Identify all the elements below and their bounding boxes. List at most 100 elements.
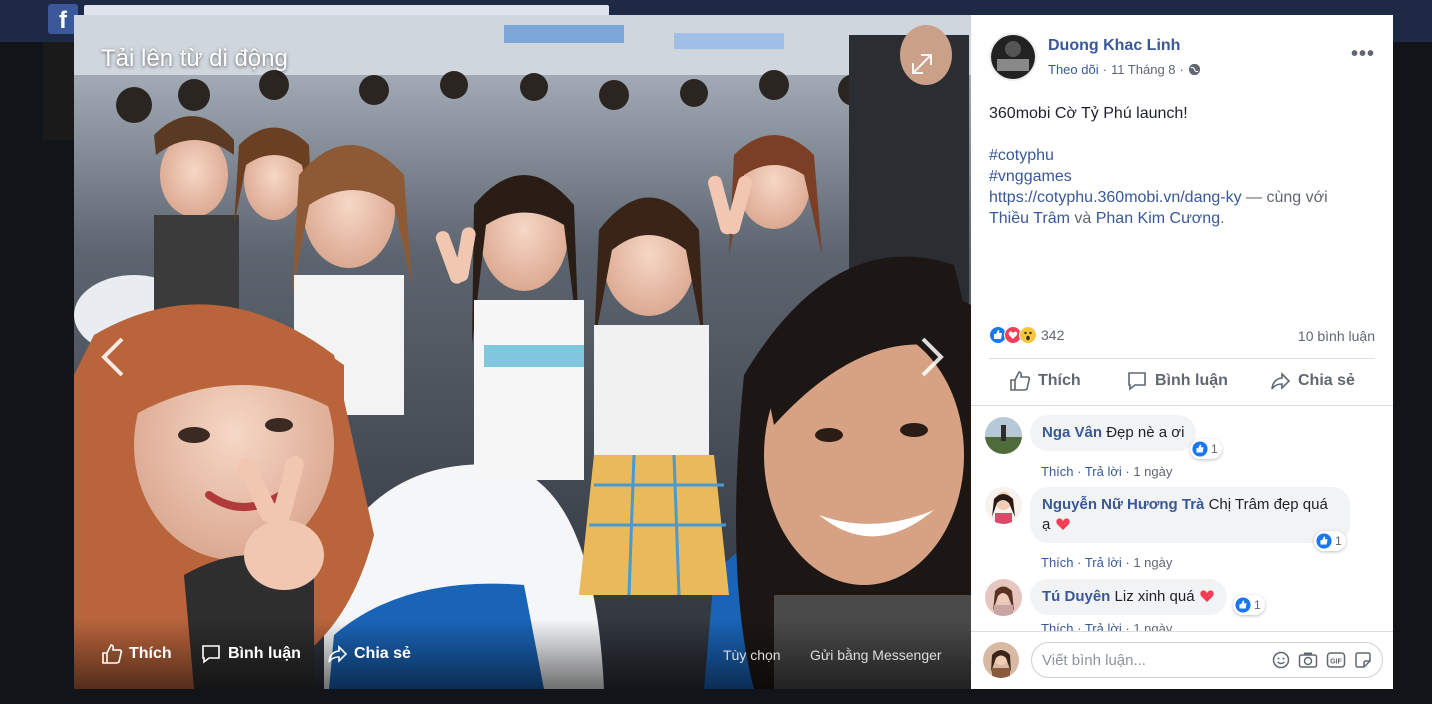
camera-icon[interactable] — [1298, 651, 1318, 669]
divider — [989, 358, 1375, 359]
post-sidebar: Duong Khac Linh Theo dõi · 11 Tháng 8 · … — [971, 15, 1393, 689]
comment-author-link[interactable]: Nguyễn Nữ Hương Trà — [1042, 496, 1204, 513]
period-text: . — [1220, 210, 1225, 227]
photo-share-button[interactable]: Chia sẻ — [326, 643, 411, 665]
comment-reply-link[interactable]: Trả lời — [1085, 464, 1122, 479]
meta-separator: · — [1179, 62, 1184, 77]
comment-bubble: Nga Vân Đẹp nè a ơi — [1030, 415, 1197, 451]
wow-reaction-icon — [1019, 326, 1037, 344]
post-text-line: 360mobi Cờ Tỷ Phú launch! — [989, 105, 1188, 122]
like-reaction-icon — [1316, 533, 1332, 549]
heart-emoji-icon — [1055, 518, 1070, 530]
reply-bar: Viết bình luận... GIF — [971, 631, 1393, 689]
hashtag-link[interactable]: #vnggames — [989, 166, 1379, 187]
like-reaction-icon — [1192, 441, 1208, 457]
comment-text: Đẹp nè a ơi — [1106, 424, 1185, 441]
comment-meta: Thích · Trả lời · 1 ngày — [1041, 555, 1173, 570]
comment-text: Liz xinh quá — [1114, 588, 1195, 605]
comment-reply-link[interactable]: Trả lời — [1085, 621, 1122, 631]
comment-like-link[interactable]: Thích — [1041, 621, 1074, 631]
comment-reaction-badge[interactable]: 1 — [1233, 595, 1265, 615]
comment-bubble: Tú Duyên Liz xinh quá — [1030, 579, 1227, 615]
comment-reaction-badge[interactable]: 1 — [1314, 531, 1346, 551]
comment-like-link[interactable]: Thích — [1041, 555, 1074, 570]
comment-bubble-icon — [1128, 372, 1146, 391]
comment-reaction-count: 1 — [1335, 534, 1342, 548]
registration-link[interactable]: https://cotyphu.360mobi.vn/dang-ky — [989, 189, 1242, 206]
reaction-count: 342 — [1041, 327, 1065, 343]
share-button[interactable]: Chia sẻ — [1269, 370, 1355, 392]
comment-reaction-badge[interactable]: 1 — [1190, 439, 1222, 459]
comment-button[interactable]: Bình luận — [1126, 370, 1228, 392]
comment-count-link[interactable]: 10 bình luận — [1298, 328, 1375, 344]
comment-time[interactable]: 1 ngày — [1133, 555, 1172, 570]
comment-author-link[interactable]: Nga Vân — [1042, 424, 1102, 441]
photo-like-button[interactable]: Thích — [101, 643, 172, 665]
comment-reaction-count: 1 — [1254, 598, 1261, 612]
globe-icon — [1188, 63, 1200, 76]
more-options-icon[interactable]: ••• — [1351, 43, 1375, 66]
send-messenger-link[interactable]: Gửi bằng Messenger — [810, 647, 942, 663]
background-panel — [43, 42, 75, 140]
comment-bubble: Nguyễn Nữ Hương Trà Chị Trâm đẹp quá ạ — [1030, 487, 1350, 543]
and-text: và — [1069, 210, 1096, 227]
comment-meta: Thích · Trả lời · 1 ngày — [1041, 621, 1172, 631]
author-name-link[interactable]: Duong Khac Linh — [1048, 37, 1180, 55]
comment-author-link[interactable]: Tú Duyên — [1042, 588, 1110, 605]
commenter-avatar[interactable] — [985, 487, 1022, 524]
emoji-icon[interactable] — [1272, 651, 1290, 669]
current-user-avatar[interactable] — [983, 642, 1019, 678]
comment-label: Bình luận — [1155, 372, 1228, 389]
photo-viewer[interactable]: Tải lên từ di động Thích Bình luận Chia … — [74, 15, 971, 689]
post-date[interactable]: 11 Tháng 8 — [1111, 62, 1176, 77]
hashtag-link[interactable]: #cotyphu — [989, 145, 1379, 166]
commenter-avatar[interactable] — [985, 417, 1022, 454]
like-button[interactable]: Thích — [1009, 370, 1081, 392]
previous-photo-chevron-icon[interactable] — [100, 335, 126, 379]
thumbs-up-icon — [1010, 371, 1031, 391]
post-action-row: Thích Bình luận Chia sẻ — [971, 361, 1393, 401]
share-arrow-icon — [328, 645, 348, 663]
like-label: Thích — [1038, 372, 1081, 389]
photo-caption: Tải lên từ di động — [101, 45, 288, 72]
comment-input-tools: GIF — [1272, 651, 1372, 669]
comment-input[interactable]: Viết bình luận... GIF — [1031, 642, 1383, 678]
sticker-icon[interactable] — [1354, 651, 1372, 669]
comment-bubble-icon — [202, 645, 220, 664]
comment-reply-link[interactable]: Trả lời — [1085, 555, 1122, 570]
comment-time[interactable]: 1 ngày — [1133, 621, 1172, 631]
comment-meta: Thích · Trả lời · 1 ngày — [1041, 464, 1173, 479]
gif-icon[interactable]: GIF — [1326, 651, 1346, 669]
comment-like-link[interactable]: Thích — [1041, 464, 1074, 479]
tagged-user-link[interactable]: Thiều Trâm — [989, 210, 1070, 227]
tagged-user-link[interactable]: Phan Kim Cương — [1096, 210, 1220, 227]
comment-time[interactable]: 1 ngày — [1133, 464, 1172, 479]
photo-comment-label: Bình luận — [228, 645, 301, 662]
svg-text:GIF: GIF — [1330, 659, 1342, 666]
follow-link[interactable]: Theo dõi — [1048, 62, 1099, 77]
comment-input-placeholder: Viết bình luận... — [1042, 652, 1146, 669]
post-body: 360mobi Cờ Tỷ Phú launch! #cotyphu #vngg… — [989, 103, 1379, 229]
share-label: Chia sẻ — [1298, 372, 1355, 389]
thumbs-up-icon — [102, 644, 123, 664]
post-meta: Theo dõi · 11 Tháng 8 · — [1048, 62, 1201, 77]
author-avatar[interactable] — [989, 33, 1037, 81]
meta-separator: · — [1102, 62, 1107, 77]
options-link[interactable]: Tùy chọn — [723, 647, 781, 663]
comment-list[interactable]: Nga Vân Đẹp nè a ơi 1 Thích · Trả lời · … — [971, 407, 1393, 631]
like-reaction-icon — [1235, 597, 1251, 613]
photo-comment-button[interactable]: Bình luận — [200, 643, 301, 665]
photo-like-label: Thích — [129, 645, 172, 662]
photo-share-label: Chia sẻ — [354, 645, 411, 662]
event-photo — [74, 15, 971, 689]
comment-reaction-count: 1 — [1211, 442, 1218, 456]
expand-icon[interactable] — [909, 51, 935, 77]
share-arrow-icon — [1271, 372, 1291, 390]
reaction-summary[interactable]: 342 — [989, 326, 1064, 344]
with-text: — cùng với — [1241, 189, 1328, 206]
photo-action-bar: Thích Bình luận Chia sẻ Tùy chọn Gửi bằn… — [74, 619, 971, 689]
commenter-avatar[interactable] — [985, 579, 1022, 616]
divider — [971, 405, 1393, 406]
heart-emoji-icon — [1200, 590, 1214, 602]
next-photo-chevron-icon[interactable] — [919, 335, 945, 379]
